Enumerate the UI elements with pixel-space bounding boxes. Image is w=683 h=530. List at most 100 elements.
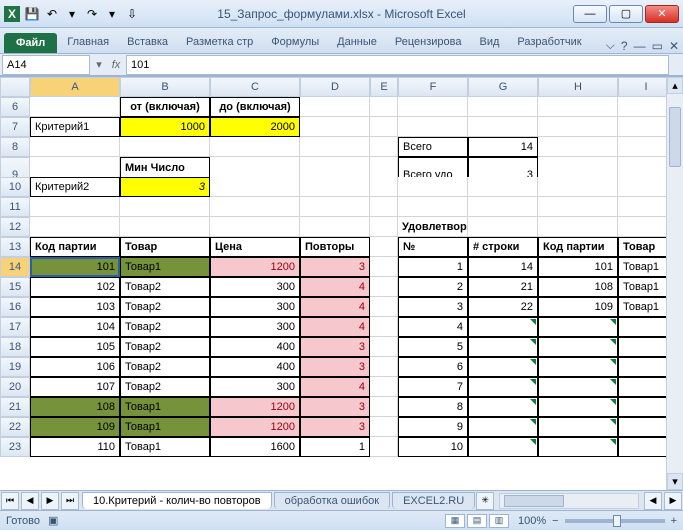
- scroll-left-icon[interactable]: ◀: [644, 492, 662, 510]
- cell-c17[interactable]: 300: [210, 317, 300, 337]
- column-header[interactable]: E: [370, 77, 398, 97]
- row-header[interactable]: 7: [0, 117, 30, 137]
- cell-e12[interactable]: [370, 217, 398, 237]
- scroll-right-icon[interactable]: ▶: [664, 492, 682, 510]
- scroll-down-icon[interactable]: ▾: [667, 473, 683, 490]
- cell-g17[interactable]: [468, 317, 538, 337]
- cell-e14[interactable]: [370, 257, 398, 277]
- cell-h18[interactable]: [538, 337, 618, 357]
- cell-b7[interactable]: 1000: [120, 117, 210, 137]
- cell-f6[interactable]: [398, 97, 468, 117]
- cell-f13[interactable]: №: [398, 237, 468, 257]
- wb-restore-icon[interactable]: ▭: [652, 39, 663, 53]
- undo-icon[interactable]: ↶: [44, 6, 60, 22]
- cell-d10[interactable]: [300, 177, 370, 197]
- cell-f17[interactable]: 4: [398, 317, 468, 337]
- help-icon[interactable]: ?: [621, 39, 628, 53]
- qat-dropdown-icon[interactable]: ▾: [104, 6, 120, 22]
- cell-e18[interactable]: [370, 337, 398, 357]
- cell-c6[interactable]: до (включая): [210, 97, 300, 117]
- zoom-level[interactable]: 100%: [518, 515, 546, 527]
- cell-e7[interactable]: [370, 117, 398, 137]
- cell-d23[interactable]: 1: [300, 437, 370, 457]
- cell-e10[interactable]: [370, 177, 398, 197]
- scroll-up-icon[interactable]: ▴: [667, 77, 683, 94]
- cell-a10[interactable]: Критерий2: [30, 177, 120, 197]
- cell-b16[interactable]: Товар2: [120, 297, 210, 317]
- row-header[interactable]: 19: [0, 357, 30, 377]
- cell-d19[interactable]: 3: [300, 357, 370, 377]
- cell-g22[interactable]: [468, 417, 538, 437]
- sheet-nav-prev[interactable]: ◀: [21, 492, 39, 510]
- cell-c10[interactable]: [210, 177, 300, 197]
- new-sheet-icon[interactable]: ✳: [476, 492, 494, 510]
- view-page-layout-icon[interactable]: ▤: [467, 514, 487, 528]
- cell-e20[interactable]: [370, 377, 398, 397]
- cell-c16[interactable]: 300: [210, 297, 300, 317]
- tab-data[interactable]: Данные: [329, 32, 385, 53]
- namebox-dropdown-icon[interactable]: ▾: [92, 58, 106, 71]
- cell-a20[interactable]: 107: [30, 377, 120, 397]
- cell-e19[interactable]: [370, 357, 398, 377]
- tab-page-layout[interactable]: Разметка стр: [178, 32, 261, 53]
- cell-e8[interactable]: [370, 137, 398, 157]
- cell-e21[interactable]: [370, 397, 398, 417]
- cell-d6[interactable]: [300, 97, 370, 117]
- wb-min-icon[interactable]: —: [634, 39, 646, 53]
- vertical-scrollbar[interactable]: ▴ ▾: [666, 77, 683, 490]
- cell-g18[interactable]: [468, 337, 538, 357]
- cell-f22[interactable]: 9: [398, 417, 468, 437]
- view-normal-icon[interactable]: ▦: [445, 514, 465, 528]
- cell-a8[interactable]: [30, 137, 120, 157]
- cell-e15[interactable]: [370, 277, 398, 297]
- cell-d12[interactable]: [300, 217, 370, 237]
- cell-b19[interactable]: Товар2: [120, 357, 210, 377]
- cell-b8[interactable]: [120, 137, 210, 157]
- tab-developer[interactable]: Разработчик: [509, 32, 589, 53]
- row-header[interactable]: 14: [0, 257, 30, 277]
- cell-c15[interactable]: 300: [210, 277, 300, 297]
- cell-h11[interactable]: [538, 197, 618, 217]
- cell-a15[interactable]: 102: [30, 277, 120, 297]
- cell-e22[interactable]: [370, 417, 398, 437]
- row-header[interactable]: 13: [0, 237, 30, 257]
- cell-f15[interactable]: 2: [398, 277, 468, 297]
- row-header[interactable]: 22: [0, 417, 30, 437]
- row-header[interactable]: 21: [0, 397, 30, 417]
- cell-b20[interactable]: Товар2: [120, 377, 210, 397]
- cell-h13[interactable]: Код партии: [538, 237, 618, 257]
- cell-b6[interactable]: от (включая): [120, 97, 210, 117]
- cell-d13[interactable]: Повторы: [300, 237, 370, 257]
- cell-f21[interactable]: 8: [398, 397, 468, 417]
- cell-h17[interactable]: [538, 317, 618, 337]
- cell-a21[interactable]: 108: [30, 397, 120, 417]
- cell-g6[interactable]: [468, 97, 538, 117]
- cell-h7[interactable]: [538, 117, 618, 137]
- cell-h12[interactable]: [538, 217, 618, 237]
- cell-b13[interactable]: Товар: [120, 237, 210, 257]
- row-header[interactable]: 20: [0, 377, 30, 397]
- cell-h8[interactable]: [538, 137, 618, 157]
- cell-b15[interactable]: Товар2: [120, 277, 210, 297]
- row-header[interactable]: 12: [0, 217, 30, 237]
- cell-d14[interactable]: 3: [300, 257, 370, 277]
- cell-e17[interactable]: [370, 317, 398, 337]
- cell-f23[interactable]: 10: [398, 437, 468, 457]
- cell-e13[interactable]: [370, 237, 398, 257]
- cell-e6[interactable]: [370, 97, 398, 117]
- cell-d22[interactable]: 3: [300, 417, 370, 437]
- tab-formulas[interactable]: Формулы: [263, 32, 327, 53]
- cell-c7[interactable]: 2000: [210, 117, 300, 137]
- cell-f10[interactable]: [398, 177, 468, 197]
- sheet-nav-first[interactable]: ⏮: [1, 492, 19, 510]
- cell-g21[interactable]: [468, 397, 538, 417]
- tab-view[interactable]: Вид: [472, 32, 508, 53]
- cell-c19[interactable]: 400: [210, 357, 300, 377]
- cell-c12[interactable]: [210, 217, 300, 237]
- row-header[interactable]: 10: [0, 177, 30, 197]
- cell-g11[interactable]: [468, 197, 538, 217]
- cell-a12[interactable]: [30, 217, 120, 237]
- column-header[interactable]: F: [398, 77, 468, 97]
- column-header[interactable]: D: [300, 77, 370, 97]
- cell-g19[interactable]: [468, 357, 538, 377]
